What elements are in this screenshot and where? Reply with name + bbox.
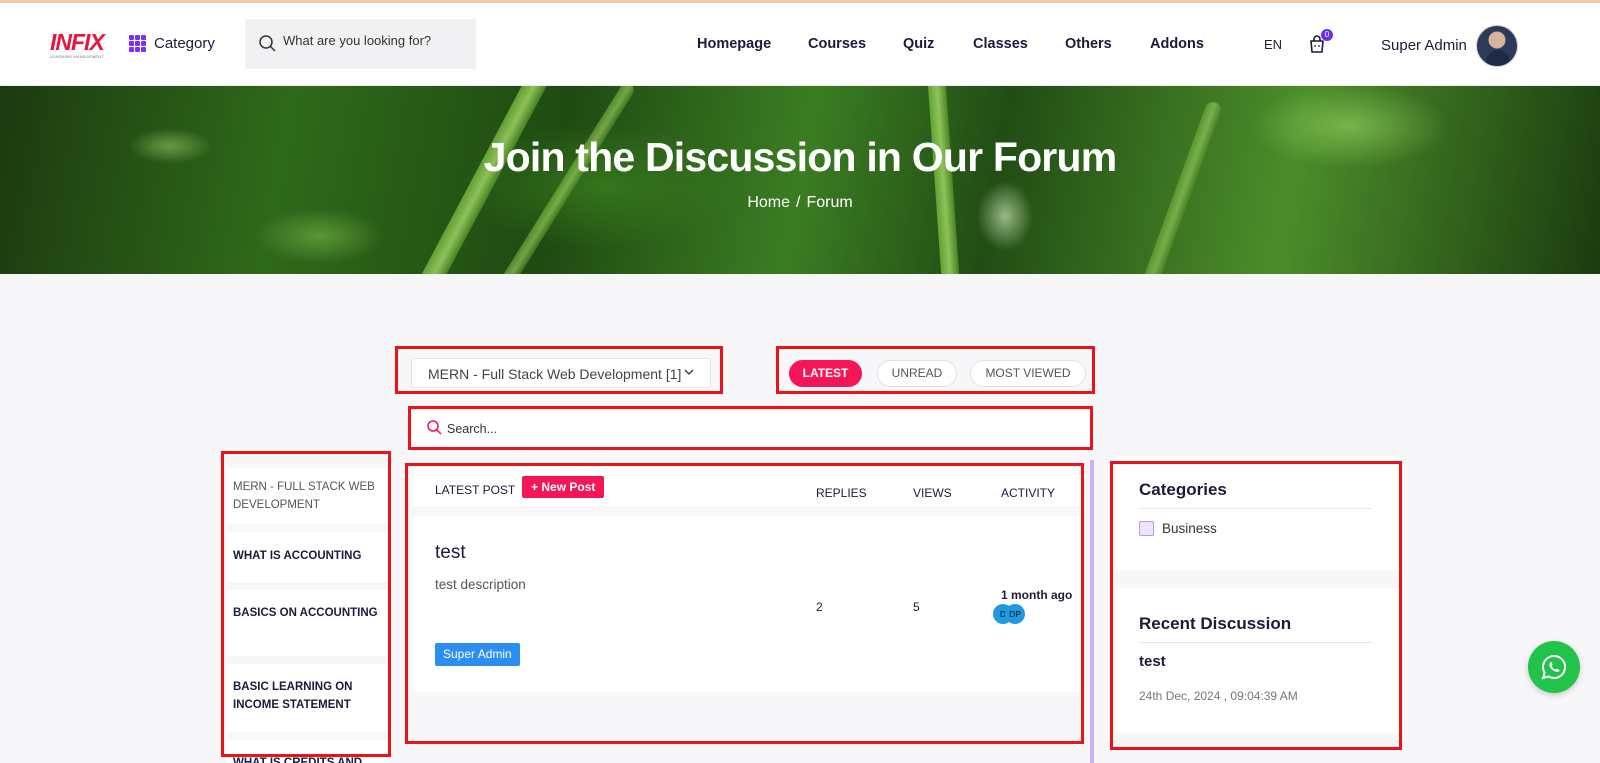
- forum-search-input[interactable]: Search...: [413, 411, 1090, 447]
- categories-card: Categories Business: [1116, 456, 1400, 571]
- latest-post-label: LATEST POST: [435, 483, 516, 497]
- hero-banner: Join the Discussion in Our Forum Home / Fo…: [0, 86, 1600, 274]
- course-select[interactable]: MERN - Full Stack Web Development [1]: [411, 358, 711, 388]
- hero-decoration: [1132, 99, 1224, 274]
- content-divider: [1090, 460, 1094, 763]
- header-search-input[interactable]: What are you looking for?: [245, 19, 476, 69]
- logo-text: INFIX: [50, 29, 105, 55]
- user-avatar[interactable]: [1476, 25, 1518, 67]
- search-icon: [259, 35, 276, 52]
- nav-homepage[interactable]: Homepage: [697, 36, 771, 52]
- sidebar-item-credits[interactable]: WHAT IS CREDITS AND: [227, 740, 389, 763]
- breadcrumb-home[interactable]: Home: [747, 194, 790, 211]
- logo-subtitle: LEARNING MANAGEMENT: [50, 54, 105, 59]
- category-label: Category: [154, 35, 215, 52]
- tab-unread[interactable]: UNREAD: [877, 360, 957, 387]
- new-post-button[interactable]: + New Post: [522, 476, 605, 498]
- sidebar-item-mern[interactable]: MERN - FULL STACK WEB DEVELOPMENT: [227, 468, 389, 524]
- categories-title: Categories: [1139, 480, 1227, 499]
- posts-header: LATEST POST + New Post REPLIES VIEWS ACT…: [413, 466, 1080, 506]
- recent-discussion-item-date: 24th Dec, 2024 , 09:04:39 AM: [1139, 689, 1298, 703]
- divider: [1139, 508, 1372, 509]
- search-icon: [427, 420, 442, 435]
- column-replies: REPLIES: [816, 486, 867, 500]
- nav-classes[interactable]: Classes: [973, 36, 1028, 52]
- recent-discussion-title: Recent Discussion: [1139, 614, 1292, 633]
- column-views: VIEWS: [913, 486, 952, 500]
- course-select-value: MERN - Full Stack Web Development [1]: [428, 366, 682, 382]
- new-post-label: New Post: [541, 480, 596, 494]
- author-badge[interactable]: Super Admin: [435, 643, 520, 666]
- whatsapp-chat-button[interactable]: [1528, 641, 1580, 693]
- nav-addons[interactable]: Addons: [1150, 36, 1204, 52]
- forum-search-placeholder: Search...: [447, 422, 498, 436]
- breadcrumb: Home / Forum: [0, 194, 1600, 212]
- chevron-down-icon: [684, 369, 694, 376]
- site-logo[interactable]: INFIX LEARNING MANAGEMENT: [50, 31, 118, 61]
- nav-quiz[interactable]: Quiz: [903, 36, 934, 52]
- sidebar-item-income-statement[interactable]: BASIC LEARNING ON INCOME STATEMENT: [227, 664, 389, 732]
- participant-avatar: DP: [1005, 604, 1025, 624]
- tab-latest[interactable]: LATEST: [789, 360, 862, 387]
- nav-others[interactable]: Others: [1065, 36, 1112, 52]
- post-views: 5: [913, 600, 920, 614]
- grid-icon: [129, 35, 146, 52]
- tab-most-viewed[interactable]: MOST VIEWED: [970, 360, 1086, 387]
- divider: [1139, 642, 1372, 643]
- sidebar-item-what-is-accounting[interactable]: WHAT IS ACCOUNTING: [227, 532, 389, 582]
- recent-discussion-card: Recent Discussion test 24th Dec, 2024 , …: [1116, 588, 1400, 733]
- plus-icon: +: [531, 480, 539, 494]
- post-title[interactable]: test: [435, 542, 466, 564]
- post-card[interactable]: test test description 2 5 1 month ago D …: [413, 516, 1080, 692]
- category-checkbox-business[interactable]: [1139, 521, 1154, 536]
- nav-courses[interactable]: Courses: [808, 36, 866, 52]
- post-activity: 1 month ago: [1001, 588, 1073, 602]
- breadcrumb-separator: /: [796, 194, 801, 211]
- category-label-business[interactable]: Business: [1162, 521, 1217, 536]
- user-name[interactable]: Super Admin: [1381, 37, 1467, 54]
- cart-count-badge: 0: [1321, 29, 1333, 41]
- sidebar-item-basics-on-accounting[interactable]: BASICS ON ACCOUNTING: [227, 590, 389, 656]
- header-search-placeholder: What are you looking for?: [283, 33, 432, 48]
- language-switcher[interactable]: EN: [1264, 37, 1282, 52]
- breadcrumb-forum: Forum: [806, 194, 853, 211]
- category-menu-button[interactable]: Category: [129, 35, 215, 52]
- post-replies: 2: [816, 600, 823, 614]
- whatsapp-icon: [1541, 654, 1566, 680]
- column-activity: ACTIVITY: [1001, 486, 1056, 500]
- post-description: test description: [435, 577, 526, 592]
- site-header: INFIX LEARNING MANAGEMENT Category What …: [0, 3, 1600, 86]
- page-title: Join the Discussion in Our Forum: [483, 134, 1118, 180]
- recent-discussion-item-title[interactable]: test: [1139, 653, 1166, 670]
